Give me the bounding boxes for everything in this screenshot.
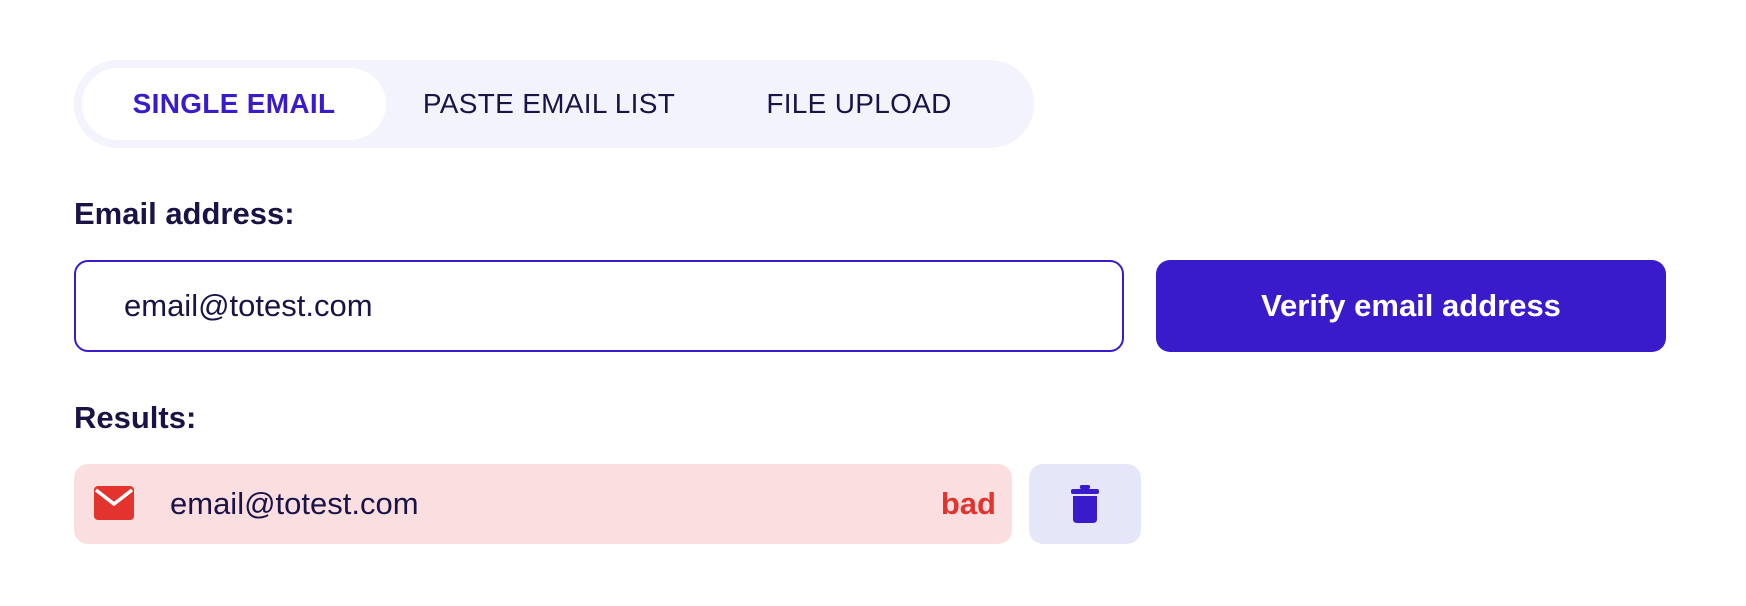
tab-file-upload[interactable]: FILE UPLOAD: [724, 68, 994, 140]
result-row: email@totest.com bad: [74, 464, 1012, 544]
tab-single-email[interactable]: SINGLE EMAIL: [82, 68, 386, 140]
email-input[interactable]: [74, 260, 1124, 352]
email-address-label: Email address:: [74, 196, 295, 231]
mode-tabs: SINGLE EMAIL PASTE EMAIL LIST FILE UPLOA…: [74, 60, 1034, 148]
result-email: email@totest.com: [170, 486, 419, 521]
verify-email-button[interactable]: Verify email address: [1156, 260, 1666, 352]
trash-icon: [1071, 485, 1099, 523]
tab-paste-email-list[interactable]: PASTE EMAIL LIST: [404, 68, 694, 140]
results-label: Results:: [74, 400, 197, 435]
mail-icon: [94, 486, 134, 520]
delete-result-button[interactable]: [1029, 464, 1141, 544]
result-status-badge: bad: [940, 486, 996, 521]
